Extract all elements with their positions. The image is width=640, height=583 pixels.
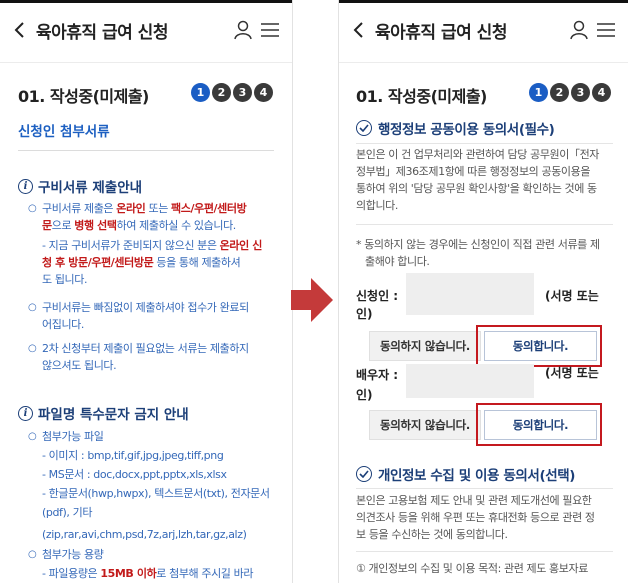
bullet-icon: ○ [28,431,37,442]
header-divider [339,62,628,63]
spouse-sign-hint-2: 인) [356,388,373,402]
step-4: 4 [254,83,273,102]
attach-types-archive: (zip,rar,avi,chm,psd,7z,arj,lzh,tar,gz,a… [42,528,247,541]
step-indicator: 1 2 3 4 [529,83,611,102]
bullet-icon: ○ [28,203,37,214]
agree-highlight-box [476,325,602,367]
applicant-sign-hint: (서명 또는 [545,289,599,303]
consent-admin-title: 행정정보 공동이용 동의서(필수) [356,118,555,138]
notice-bullet-2: 구비서류는 빠짐없이 제출하셔야 접수가 완료되 어집니다. [42,301,249,331]
applicant-signature-field[interactable] [406,273,534,315]
bullet-icon: ○ [28,343,37,354]
notice-title-text: 파일명 특수문자 금지 안내 [38,407,189,423]
step-4: 4 [592,83,611,102]
transition-arrow-icon [291,278,333,322]
spouse-label: 배우자 : [356,368,399,382]
step-2: 2 [212,83,231,102]
step-3: 3 [233,83,252,102]
app-header: 육아휴직 급여 신청 [339,14,628,46]
notice-bullet-1-sub: - 지금 구비서류가 준비되지 않으신 분은 온라인 신 청 후 방문/우편/센… [42,239,262,286]
notice-title-filename: i 파일명 특수문자 금지 안내 [18,403,189,423]
step-1: 1 [529,83,548,102]
spouse-signature-field[interactable] [406,364,534,398]
step-title: 01. 작성중(미제출) [18,87,149,106]
section-divider [18,150,274,151]
header-divider [0,62,292,63]
page-title: 육아휴직 급여 신청 [36,23,168,43]
spouse-sign-hint: (서명 또는 [545,366,599,380]
check-circle-icon [356,120,372,136]
step-3: 3 [571,83,590,102]
attach-types-pdf: (pdf), 기타 [42,506,93,519]
consent-admin-title-text: 행정정보 공동이용 동의서(필수) [378,122,555,138]
attach-types-hangul: - 한글문서(hwp,hwpx), 텍스트문서(txt), 전자문서 [42,487,270,500]
section-heading: 신청인 첨부서류 [18,124,110,140]
notice-bullet-3: 2차 신청부터 제출이 필요없는 서류는 제출하지 않으셔도 됩니다. [42,342,249,372]
step-indicator: 1 2 3 4 [191,83,273,102]
consent-divider [356,224,613,225]
notice-bullet-1: 구비서류 제출은 온라인 또는 팩스/우편/센터방 문으로 병행 선택하여 제출… [42,202,247,232]
left-screen: 육아휴직 급여 신청 01. 작성중(미제출) 1 2 3 4 신청인 첨부서류… [0,0,293,583]
consent-admin-note: * 동의하지 않는 경우에는 신청인이 직접 관련 서류를 제 출해야 합니다. [356,238,600,268]
status-bar [0,0,292,3]
agree-highlight-box [476,403,602,446]
back-icon[interactable] [351,21,367,39]
attach-types-label: 첨부가능 파일 [42,430,104,443]
user-icon[interactable] [234,20,252,40]
bullet-icon: ○ [28,302,37,313]
info-icon: i [18,405,33,421]
bullet-icon: ○ [28,549,37,560]
applicant-label: 신청인 : [356,289,399,303]
consent-admin-text: 본인은 이 건 업무처리와 관련하여 담당 공무원이「전자 정부법」제36조제1… [356,148,600,212]
menu-icon[interactable] [596,22,616,38]
applicant-disagree-button[interactable]: 동의하지 않습니다. [369,331,481,361]
user-icon[interactable] [570,20,588,40]
consent-divider [356,488,613,489]
consent-privacy-title-text: 개인정보 수집 및 이용 동의서(선택) [378,468,576,484]
attach-size-limit: - 파일용량은 15MB 이하로 첨부해 주시길 바라 [42,567,254,580]
consent-privacy-title: 개인정보 수집 및 이용 동의서(선택) [356,464,575,484]
consent-privacy-text: 본인은 고용보험 제도 안내 및 관련 제도개선에 필요한 의견조사 등을 위해… [356,494,595,541]
notice-title-text: 구비서류 제출안내 [38,180,143,196]
attach-types-image: - 이미지 : bmp,tif,gif,jpg,jpeg,tiff,png [42,449,224,462]
right-screen: 육아휴직 급여 신청 01. 작성중(미제출) 1 2 3 4 행정정보 공동이… [338,0,628,583]
check-circle-icon [356,466,372,482]
attach-types-ms: - MS문서 : doc,docx,ppt,pptx,xls,xlsx [42,468,227,481]
page-title: 육아휴직 급여 신청 [375,23,507,43]
applicant-sign-hint-2: 인) [356,307,373,321]
notice-title-documents: i 구비서류 제출안내 [18,176,142,196]
attach-size-label: 첨부가능 용량 [42,548,104,561]
menu-icon[interactable] [260,22,280,38]
notice-filename-body: ○ 첨부가능 파일 - 이미지 : bmp,tif,gif,jpg,jpeg,t… [28,428,288,583]
consent-privacy-purpose: ① 개인정보의 수집 및 이용 목적: 관련 제도 홍보자료 [356,562,588,575]
step-1: 1 [191,83,210,102]
step-2: 2 [550,83,569,102]
spouse-disagree-button[interactable]: 동의하지 않습니다. [369,410,481,440]
info-icon: i [18,178,33,194]
consent-divider [356,143,613,144]
app-header: 육아휴직 급여 신청 [0,14,292,46]
back-icon[interactable] [12,21,28,39]
status-bar [339,0,628,3]
consent-divider [356,551,613,552]
notice-documents-body: ○ 구비서류 제출은 온라인 또는 팩스/우편/센터방 문으로 병행 선택하여 … [28,200,283,390]
step-title: 01. 작성중(미제출) [356,87,487,106]
